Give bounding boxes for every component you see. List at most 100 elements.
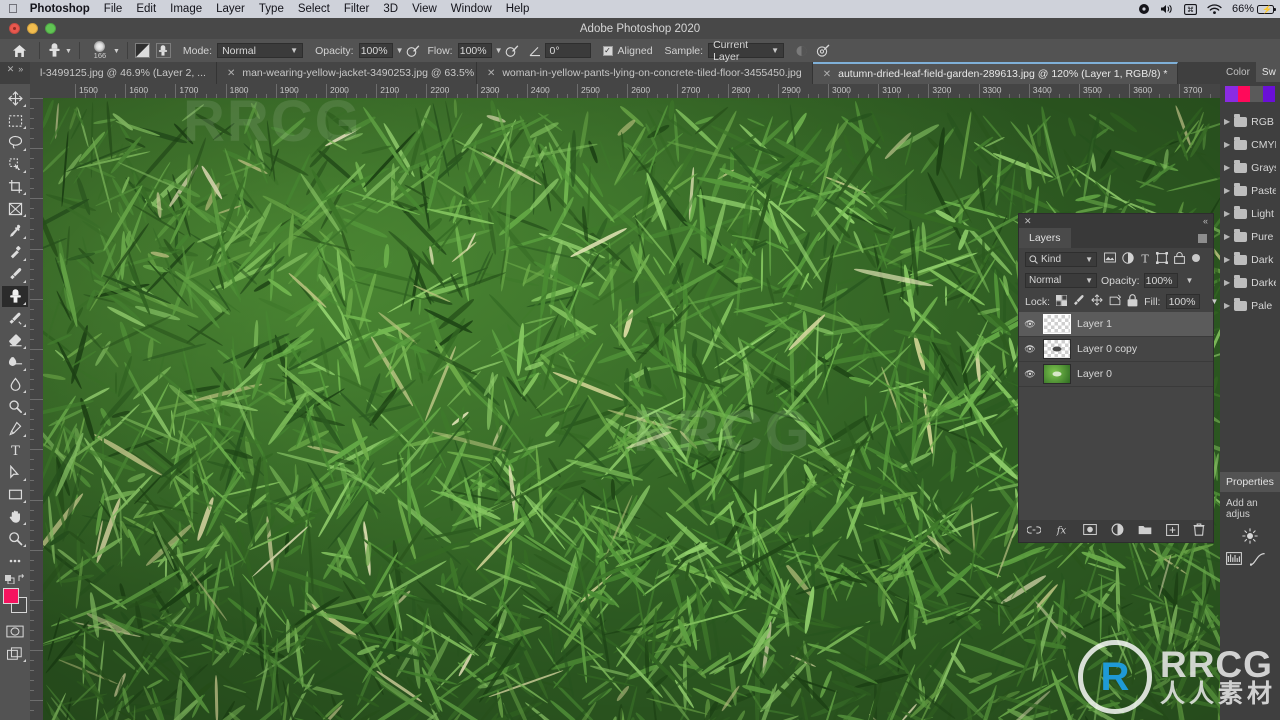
swatch-folder-lights[interactable]: ▶ Light <box>1224 202 1276 225</box>
new-layer-icon[interactable] <box>1166 523 1179 539</box>
chevron-down-icon[interactable]: ▼ <box>396 46 404 55</box>
maximize-window-button[interactable] <box>45 23 56 34</box>
layer-name[interactable]: Layer 1 <box>1077 318 1112 330</box>
delete-layer-icon[interactable] <box>1193 523 1205 539</box>
zoom-tool[interactable] <box>2 528 28 549</box>
close-icon[interactable]: ✕ <box>487 68 495 79</box>
menu-item-layer[interactable]: Layer <box>216 3 245 15</box>
ignore-adjustment-layers-icon[interactable] <box>792 43 810 59</box>
swatch-cell[interactable] <box>1250 86 1263 102</box>
swatch-folder-pastels[interactable]: ▶ Paste <box>1224 179 1276 202</box>
brush-preset-picker[interactable]: 166 <box>87 41 113 60</box>
quick-mask-icon[interactable] <box>2 621 28 642</box>
swatch-strip[interactable] <box>1225 86 1275 102</box>
menu-item-edit[interactable]: Edit <box>136 3 156 15</box>
battery-icon[interactable]: 66% ⚡ <box>1232 3 1276 15</box>
close-icon[interactable]: ✕ <box>823 69 831 80</box>
menu-item-file[interactable]: File <box>104 3 123 15</box>
menu-item-help[interactable]: Help <box>506 3 530 15</box>
menu-item-window[interactable]: Window <box>451 3 492 15</box>
home-icon[interactable] <box>6 44 32 58</box>
swatch-folder-pure[interactable]: ▶ Pure <box>1224 225 1276 248</box>
rectangular-marquee-tool[interactable] <box>2 110 28 131</box>
chevron-right-icon[interactable]: ▶ <box>1224 117 1230 126</box>
layer-filter-kind-select[interactable]: Kind ▼ <box>1025 251 1097 267</box>
panel-menu-icon[interactable] <box>1198 233 1207 243</box>
chevron-right-icon[interactable]: » <box>18 64 23 74</box>
filter-toggle-icon[interactable] <box>1191 253 1201 266</box>
type-tool[interactable]: T <box>2 440 28 461</box>
layer-visibility-toggle[interactable]: 👁 <box>1023 344 1037 355</box>
chevron-down-icon[interactable]: ▼ <box>495 46 503 55</box>
menu-item-type[interactable]: Type <box>259 3 284 15</box>
horizontal-ruler[interactable]: 1500 1600 1700 1800 1900 2000 2100 2200 2300 2400… <box>30 84 1220 98</box>
toggle-clone-source-panel-button[interactable] <box>155 43 171 58</box>
layer-visibility-toggle[interactable]: 👁 <box>1023 369 1037 380</box>
menu-item-view[interactable]: View <box>412 3 437 15</box>
rectangle-tool[interactable] <box>2 484 28 505</box>
pen-tool[interactable] <box>2 418 28 439</box>
tab-properties[interactable]: Properties <box>1220 472 1280 492</box>
keyboard-input-icon[interactable]: ⌘ <box>1184 3 1197 15</box>
aligned-checkbox[interactable]: ✓ Aligned <box>602 45 653 57</box>
menu-item-3d[interactable]: 3D <box>383 3 398 15</box>
document-tab-1[interactable]: ✕ man-wearing-yellow-jacket-3490253.jpg … <box>216 62 477 84</box>
close-window-button[interactable] <box>9 23 20 34</box>
close-icon[interactable]: ✕ <box>7 64 15 75</box>
airbrush-icon[interactable] <box>503 43 521 59</box>
lasso-tool[interactable] <box>2 132 28 153</box>
pixel-layers-icon[interactable] <box>1104 252 1116 266</box>
swatch-folder-cmyk[interactable]: ▶ CMYK <box>1224 133 1276 156</box>
link-layers-icon[interactable] <box>1026 525 1042 538</box>
blur-tool[interactable] <box>2 374 28 395</box>
hand-tool[interactable] <box>2 506 28 527</box>
swatch-folder-darker[interactable]: ▶ Darke <box>1224 271 1276 294</box>
eyedropper-tool[interactable] <box>2 220 28 241</box>
lock-all-icon[interactable] <box>1127 293 1138 310</box>
chevron-down-icon[interactable]: ▼ <box>113 48 120 55</box>
collapse-panel-icon[interactable]: « <box>1203 216 1208 226</box>
layer-thumbnail[interactable] <box>1043 314 1071 334</box>
clone-stamp-tool[interactable] <box>2 286 28 307</box>
chevron-right-icon[interactable]: ▶ <box>1224 301 1230 310</box>
brush-angle-input[interactable]: 0° <box>544 43 591 58</box>
swatch-cell[interactable] <box>1262 86 1275 102</box>
spot-healing-brush-tool[interactable] <box>2 242 28 263</box>
pressure-size-icon[interactable] <box>814 43 832 59</box>
edit-toolbar-ellipsis[interactable] <box>2 550 28 571</box>
swatch-folder-rgb[interactable]: ▶ RGB <box>1224 110 1276 133</box>
sample-select[interactable]: Current Layer ▼ <box>708 39 785 63</box>
layer-blend-mode-select[interactable]: Normal ▼ <box>1025 273 1097 288</box>
opacity-input[interactable]: 100% <box>358 43 393 58</box>
swatch-cell[interactable] <box>1225 86 1238 102</box>
adjustment-layers-icon[interactable] <box>1122 251 1134 267</box>
chevron-down-icon[interactable]: ▼ <box>1210 297 1218 306</box>
new-adjustment-layer-icon[interactable] <box>1111 523 1124 539</box>
chevron-right-icon[interactable]: ▶ <box>1224 163 1230 172</box>
menu-item-photoshop[interactable]: Photoshop <box>30 3 90 15</box>
chevron-right-icon[interactable]: ▶ <box>1224 209 1230 218</box>
layer-fill-input[interactable]: 100% <box>1166 294 1201 309</box>
close-icon[interactable]: ✕ <box>227 68 235 79</box>
move-tool[interactable] <box>2 88 28 109</box>
document-tab-2[interactable]: ✕ woman-in-yellow-pants-lying-on-concret… <box>476 62 813 84</box>
chevron-down-icon[interactable]: ▼ <box>1186 276 1194 285</box>
layer-row-layer-1[interactable]: 👁 Layer 1 <box>1019 312 1213 337</box>
layers-list[interactable]: 👁 Layer 1 👁 Layer 0 copy 👁 Layer 0 <box>1019 312 1213 520</box>
swatch-folder-pale[interactable]: ▶ Pale <box>1224 294 1276 317</box>
apple-logo-icon[interactable]:  <box>8 2 18 15</box>
active-tool-preset[interactable]: ▼ <box>47 43 72 58</box>
tab-color[interactable]: Color <box>1220 62 1256 82</box>
lock-image-pixels-icon[interactable] <box>1073 294 1085 309</box>
tab-swatches[interactable]: Sw <box>1255 62 1280 82</box>
layer-visibility-toggle[interactable]: 👁 <box>1023 319 1037 330</box>
add-layer-mask-icon[interactable] <box>1083 524 1097 538</box>
swatch-cell[interactable] <box>1237 86 1250 102</box>
tab-layers[interactable]: Layers <box>1019 228 1071 248</box>
toggle-brush-panel-button[interactable] <box>134 43 150 58</box>
smart-object-icon[interactable] <box>1174 251 1185 267</box>
brightness-contrast-icon[interactable] <box>1226 528 1274 544</box>
vertical-ruler[interactable] <box>30 98 43 720</box>
menu-item-image[interactable]: Image <box>170 3 202 15</box>
layer-row-layer-0-copy[interactable]: 👁 Layer 0 copy <box>1019 337 1213 362</box>
